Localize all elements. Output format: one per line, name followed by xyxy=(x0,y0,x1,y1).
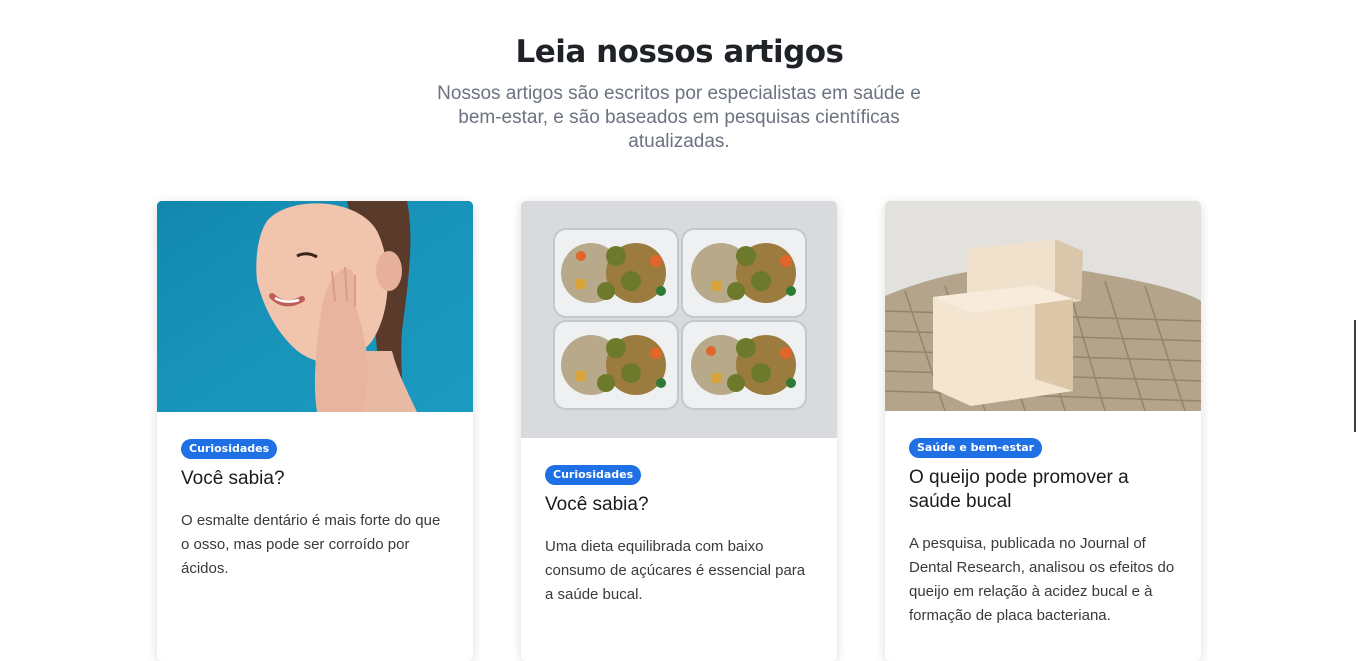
article-title[interactable]: O queijo pode promover a saúde bucal xyxy=(909,466,1177,514)
article-image-cheese[interactable] xyxy=(885,201,1201,411)
article-title[interactable]: Você sabia? xyxy=(181,467,449,491)
category-badge[interactable]: Curiosidades xyxy=(181,439,278,459)
scrollbar-thumb[interactable] xyxy=(1354,320,1356,432)
article-excerpt: A pesquisa, publicada no Journal of Dent… xyxy=(909,535,1175,624)
article-card[interactable]: Saúde e bem-estar O queijo pode promover… xyxy=(885,201,1201,661)
article-image-woman[interactable] xyxy=(157,201,473,412)
section-subtitle: Nossos artigos são escritos por especial… xyxy=(437,83,921,152)
article-title[interactable]: Você sabia? xyxy=(545,493,813,517)
category-badge[interactable]: Curiosidades xyxy=(545,465,642,485)
article-excerpt: Uma dieta equilibrada com baixo consumo … xyxy=(545,538,806,603)
category-badge[interactable]: Saúde e bem-estar xyxy=(909,438,1043,458)
article-image-meal-prep[interactable] xyxy=(521,201,837,438)
article-card[interactable]: Curiosidades Você sabia? O esmalte dentá… xyxy=(157,201,473,661)
article-card[interactable]: Curiosidades Você sabia? Uma dieta equil… xyxy=(521,201,837,661)
section-title: Leia nossos artigos xyxy=(515,34,844,70)
article-excerpt: O esmalte dentário é mais forte do que o… xyxy=(181,512,441,577)
